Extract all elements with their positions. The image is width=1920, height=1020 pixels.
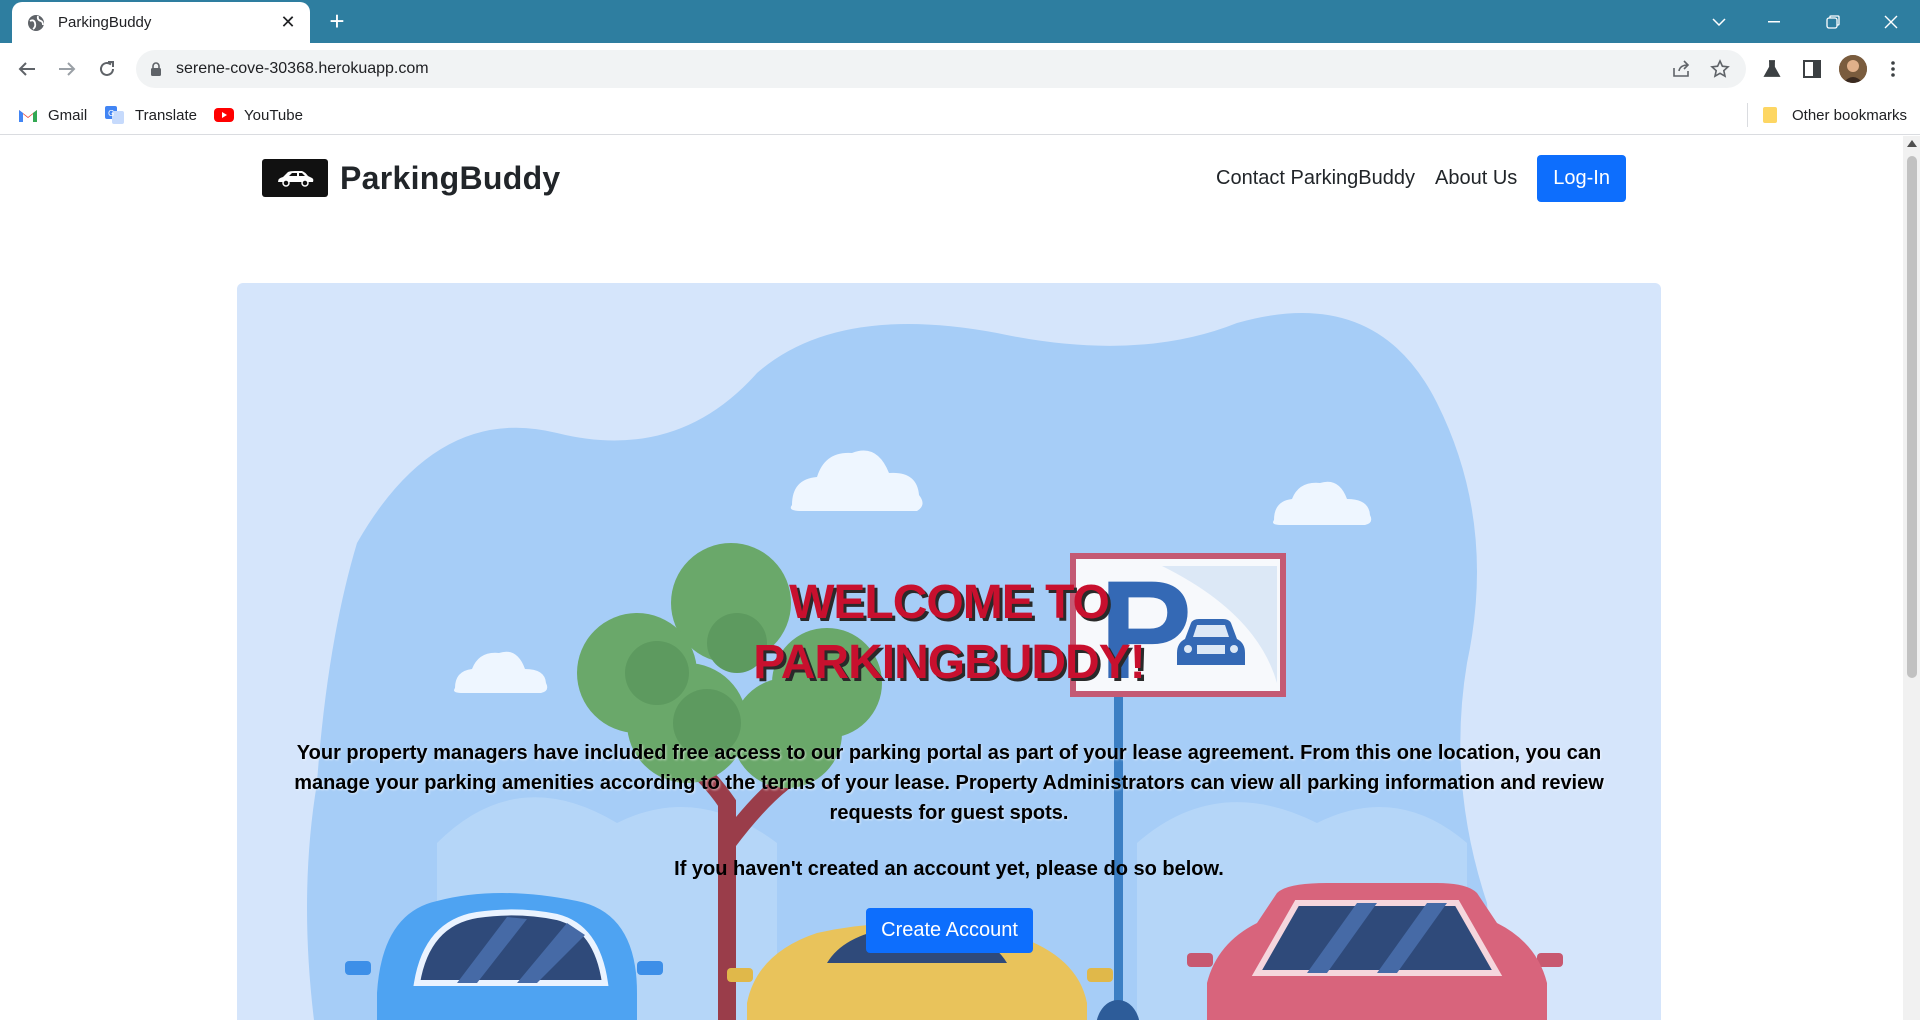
hero-section: P WELCOME TO PARKINGBUDDY! Your property… [237,283,1661,1020]
browser-tab-strip: ParkingBuddy ✕ + [0,0,1920,43]
gmail-icon [18,107,38,123]
bookmark-translate[interactable]: G Translate [105,104,197,126]
page-scrollbar[interactable] [1903,136,1920,1020]
new-tab-icon[interactable]: + [322,6,352,36]
nav-links: Contact ParkingBuddy About Us Log-In [1216,154,1626,202]
share-icon[interactable] [1672,60,1692,78]
brand[interactable]: ParkingBuddy [262,154,561,202]
scrollbar-thumb[interactable] [1907,156,1917,678]
page-viewport: ParkingBuddy Contact ParkingBuddy About … [0,136,1920,1020]
youtube-icon [214,107,234,123]
tab-title: ParkingBuddy [58,14,152,31]
bookmarks-divider [1747,103,1748,127]
bookmarks-bar: Gmail G Translate YouTube Other bookmark… [0,95,1920,135]
bookmark-youtube[interactable]: YouTube [214,104,303,126]
create-account-button[interactable]: Create Account [866,908,1033,953]
bookmark-label: Gmail [48,106,88,124]
forward-arrow-icon[interactable] [52,54,82,84]
hero-title-line1: WELCOME TO [789,576,1110,629]
profile-avatar[interactable] [1839,55,1867,83]
side-panel-icon[interactable] [1799,56,1825,82]
nav-about-link[interactable]: About Us [1435,167,1517,190]
menu-kebab-icon[interactable] [1880,56,1906,82]
minimize-icon[interactable] [1751,0,1797,43]
lock-icon[interactable] [150,62,162,76]
browser-tab[interactable]: ParkingBuddy ✕ [12,2,310,43]
login-button[interactable]: Log-In [1537,154,1626,202]
folder-icon [1762,107,1782,123]
tab-search-icon[interactable] [1696,0,1742,43]
svg-text:G: G [108,109,114,118]
labs-flask-icon[interactable] [1759,56,1785,82]
other-bookmarks-label: Other bookmarks [1792,106,1908,124]
bookmark-star-icon[interactable] [1710,59,1730,79]
scroll-up-arrow-icon[interactable] [1907,140,1917,147]
brand-name: ParkingBuddy [340,159,561,196]
hero-paragraph: Your property managers have included fre… [294,742,1604,824]
bookmark-label: Translate [135,106,197,124]
close-window-icon[interactable] [1868,0,1914,43]
hero-title-line2: PARKINGBUDDY! [753,636,1145,689]
hero-title: WELCOME TO PARKINGBUDDY! [237,573,1661,693]
back-arrow-icon[interactable] [12,54,42,84]
hero-prompt: If you haven't created an account yet, p… [674,858,1224,880]
browser-toolbar: serene-cove-30368.herokuapp.com [0,43,1920,95]
url-text: serene-cove-30368.herokuapp.com [176,60,429,77]
bookmark-gmail[interactable]: Gmail [18,104,87,126]
nav-contact-link[interactable]: Contact ParkingBuddy [1216,167,1415,190]
bookmark-label: YouTube [244,106,303,124]
site-navbar: ParkingBuddy Contact ParkingBuddy About … [262,154,1626,214]
close-tab-icon[interactable]: ✕ [278,12,298,33]
restore-icon[interactable] [1810,0,1856,43]
car-logo-icon [262,159,328,197]
other-bookmarks[interactable]: Other bookmarks [1762,104,1907,126]
address-bar[interactable]: serene-cove-30368.herokuapp.com [136,50,1746,88]
globe-icon [26,13,46,33]
translate-icon: G [105,106,125,124]
reload-icon[interactable] [92,54,122,84]
